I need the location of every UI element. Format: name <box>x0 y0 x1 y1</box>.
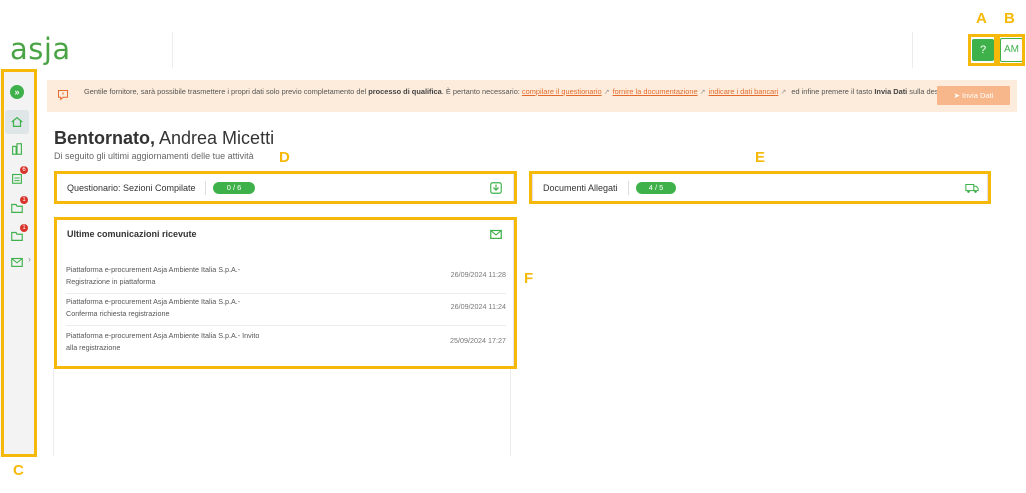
external-link-icon: ↗ <box>699 89 706 96</box>
sidebar-item-companies[interactable] <box>5 137 29 161</box>
message-row[interactable]: Piattaforma e-procurement Asja Ambiente … <box>66 328 506 360</box>
questionnaire-card[interactable]: Questionario: Sezioni Compilate 0 / 6 <box>56 173 514 202</box>
notification-badge: 1 <box>20 224 28 232</box>
message-subject: Piattaforma e-procurement Asja Ambiente … <box>66 296 296 320</box>
message-subject: Piattaforma e-procurement Asja Ambiente … <box>66 264 296 288</box>
sidebar-item-questionnaire[interactable]: 6 <box>5 166 29 190</box>
message-subject-line: Conferma richiesta registrazione <box>66 309 170 318</box>
page-subtitle: Di seguito gli ultimi aggiornamenti dell… <box>54 151 254 161</box>
notification-badge: 6 <box>20 166 28 174</box>
annotation-label-b: B <box>1004 10 1015 27</box>
home-icon <box>11 116 23 127</box>
questionnaire-card-title: Questionario: Sezioni Compilate <box>67 183 196 193</box>
truck-icon[interactable] <box>965 181 979 195</box>
buildings-icon <box>12 143 22 155</box>
send-data-label: Invia Dati <box>962 91 994 100</box>
help-button[interactable]: ? <box>972 39 994 61</box>
card-divider <box>628 181 629 195</box>
messages-panel: Ultime comunicazioni ricevute Piattaform… <box>56 219 514 367</box>
header-divider <box>912 32 913 68</box>
notice-text-part: Gentile fornitore, sarà possibile trasme… <box>84 87 369 96</box>
sidebar: » 6 1 1 › <box>0 70 36 456</box>
notice-bold-send: Invia Dati <box>874 87 908 96</box>
message-date: 25/09/2024 17:27 <box>450 336 506 345</box>
download-icon[interactable] <box>489 181 503 195</box>
send-data-button[interactable]: ➤ Invia Dati <box>937 86 1010 105</box>
questionnaire-link[interactable]: compilare il questionario <box>522 87 602 96</box>
annotation-label-a: A <box>976 10 987 27</box>
mail-icon <box>11 257 23 267</box>
empty-panel-area <box>53 368 511 456</box>
header-divider <box>172 32 173 68</box>
documents-progress-badge: 4 / 5 <box>636 182 676 194</box>
external-link-icon: ↗ <box>780 89 787 96</box>
sidebar-item-archive[interactable]: 1 <box>5 224 29 248</box>
message-date: 26/09/2024 11:24 <box>450 302 506 311</box>
notice-bold-process: processo di qualifica <box>368 87 442 96</box>
notice-text-part: ed infine premere il tasto <box>789 87 875 96</box>
sidebar-item-documents[interactable]: 1 <box>5 196 29 220</box>
sidebar-item-home[interactable] <box>5 110 29 134</box>
welcome-greeting: Bentornato, <box>54 128 155 148</box>
external-link-icon: ↗ <box>603 89 610 96</box>
documents-card[interactable]: Documenti Allegati 4 / 5 <box>532 173 988 202</box>
notification-badge: 1 <box>20 196 28 204</box>
expand-sidebar-button[interactable]: » <box>10 85 24 99</box>
app-header: asja ? AM <box>0 22 1026 74</box>
sidebar-item-messages[interactable] <box>5 250 29 274</box>
message-subject: Piattaforma e-procurement Asja Ambiente … <box>66 330 296 354</box>
message-subject-line: Piattaforma e-procurement Asja Ambiente … <box>66 265 241 274</box>
card-divider <box>205 181 206 195</box>
user-name: Andrea Micetti <box>159 128 275 148</box>
user-avatar-button[interactable]: AM <box>1000 38 1023 62</box>
message-subject-line: Registrazione in piattaforma <box>66 277 156 286</box>
message-subject-line: Piattaforma e-procurement Asja Ambiente … <box>66 331 260 340</box>
message-subject-line: alla registrazione <box>66 343 121 352</box>
annotation-label-e: E <box>755 149 766 166</box>
mail-icon[interactable] <box>489 227 503 241</box>
message-alert-icon <box>58 90 68 101</box>
notice-text: Gentile fornitore, sarà possibile trasme… <box>84 86 954 98</box>
message-subject-line: Piattaforma e-procurement Asja Ambiente … <box>66 297 241 306</box>
bank-data-link[interactable]: indicare i dati bancari <box>709 87 779 96</box>
page-title: Bentornato, Andrea Micetti <box>54 128 274 149</box>
chevron-right-icon[interactable]: › <box>28 254 31 264</box>
annotation-label-c: C <box>13 462 24 479</box>
questionnaire-progress-badge: 0 / 6 <box>213 182 255 194</box>
message-row[interactable]: Piattaforma e-procurement Asja Ambiente … <box>66 262 506 294</box>
brand-logo[interactable]: asja <box>10 32 71 66</box>
message-date: 26/09/2024 11:28 <box>450 270 506 279</box>
annotation-label-d: D <box>279 149 290 166</box>
send-icon: ➤ <box>953 91 963 100</box>
documents-card-title: Documenti Allegati <box>543 183 618 193</box>
message-row[interactable]: Piattaforma e-procurement Asja Ambiente … <box>66 294 506 326</box>
documents-link[interactable]: fornire la documentazione <box>613 87 698 96</box>
annotation-label-f: F <box>524 270 534 287</box>
notice-text-part: . È pertanto necessario: <box>441 87 522 96</box>
messages-panel-title: Ultime comunicazioni ricevute <box>67 229 197 239</box>
qualification-notice: Gentile fornitore, sarà possibile trasme… <box>47 80 1017 112</box>
